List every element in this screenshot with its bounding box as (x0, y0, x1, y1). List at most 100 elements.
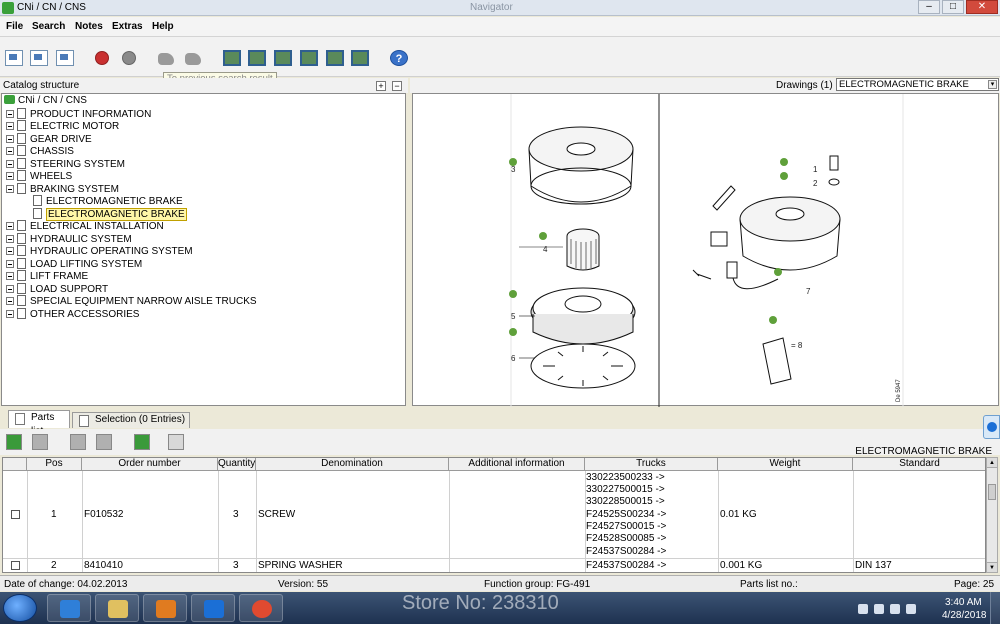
expand-icon[interactable] (6, 272, 14, 280)
scroll-down-icon[interactable]: ▼ (987, 562, 997, 572)
tree-root[interactable]: CNi / CN / CNS (4, 95, 87, 108)
monitor-icon[interactable] (874, 604, 884, 614)
scroll-thumb[interactable] (988, 484, 996, 500)
copy-icon[interactable] (70, 434, 86, 450)
volume-icon[interactable] (906, 604, 916, 614)
expand-icon[interactable] (6, 235, 14, 243)
export-icon[interactable] (134, 434, 150, 450)
cell-truck[interactable]: 330227500015 -> (586, 484, 665, 496)
teamviewer-side-tab[interactable] (983, 415, 1000, 439)
expand-all-button[interactable]: + (376, 81, 386, 91)
lower-tabs: Parts list Selection (0 Entries) (0, 410, 1000, 437)
taskbar-file-explorer[interactable] (95, 594, 139, 622)
expand-icon[interactable] (6, 147, 14, 155)
tab-selection[interactable]: Selection (0 Entries) (72, 412, 190, 428)
taskbar-teamviewer[interactable] (191, 594, 235, 622)
column-header-order-number[interactable]: Order number (82, 458, 218, 471)
stop-icon[interactable] (95, 51, 109, 65)
expand-icon[interactable] (6, 122, 14, 130)
help-icon[interactable]: ? (390, 50, 408, 66)
expand-icon[interactable] (6, 160, 14, 168)
show-desktop-button[interactable] (990, 592, 1000, 624)
clock-time[interactable]: 3:40 AM (945, 597, 982, 608)
expand-icon[interactable] (6, 247, 14, 255)
paste-icon[interactable] (96, 434, 112, 450)
image-6-icon[interactable] (351, 50, 369, 66)
image-2-icon[interactable] (248, 50, 266, 66)
tab-parts-list[interactable]: Parts list (8, 410, 70, 437)
column-header-quantity[interactable]: Quantity (218, 458, 256, 471)
cell-truck[interactable]: F24525S00234 -> (586, 509, 666, 521)
cell-truck[interactable]: F24537S00284 -> (586, 560, 666, 572)
column-header-trucks[interactable]: Trucks (585, 458, 718, 471)
menu-notes[interactable]: Notes (75, 21, 103, 32)
cell-truck[interactable]: F24537S00284 -> (586, 546, 666, 558)
cell-weight: 0.01 KG (720, 509, 757, 520)
image-1-icon[interactable] (223, 50, 241, 66)
hand-right-icon[interactable] (185, 53, 201, 65)
image-5-icon[interactable] (326, 50, 344, 66)
expand-icon[interactable] (6, 110, 14, 118)
expand-icon[interactable] (6, 172, 14, 180)
taskbar-media-player[interactable] (143, 594, 187, 622)
network-icon[interactable] (890, 604, 900, 614)
cell-truck[interactable]: F24528S00085 -> (586, 533, 666, 545)
drawings-select[interactable]: ELECTROMAGNETIC BRAKE ▾ (836, 78, 999, 91)
taskbar-internet-explorer[interactable] (47, 594, 91, 622)
expand-icon[interactable] (6, 310, 14, 318)
column-header-additional-information[interactable]: Additional information (449, 458, 585, 471)
menu-search[interactable]: Search (32, 21, 65, 32)
cell-truck[interactable]: F24527S00015 -> (586, 521, 666, 533)
cell-truck[interactable]: 330223500233 -> (586, 472, 665, 484)
tree-item-electromagnetic-brake-1[interactable]: ELECTROMAGNETIC BRAKE (33, 195, 183, 208)
tree-item-electric-motor[interactable]: ELECTRIC MOTOR (6, 120, 119, 133)
scroll-up-icon[interactable]: ▲ (987, 458, 997, 468)
expand-icon[interactable] (6, 222, 14, 230)
remove-icon[interactable] (32, 434, 48, 450)
tree-item-special-equipment[interactable]: SPECIAL EQUIPMENT NARROW AISLE TRUCKS (6, 295, 257, 308)
flag-icon[interactable] (858, 604, 868, 614)
minimize-button[interactable]: – (918, 0, 940, 14)
menu-help[interactable]: Help (152, 21, 174, 32)
row-checkbox[interactable] (11, 561, 20, 570)
menu-file[interactable]: File (6, 21, 23, 32)
page-forward-icon[interactable] (56, 50, 74, 66)
tree-item-chassis[interactable]: CHASSIS (6, 145, 74, 158)
column-header-pos[interactable]: Pos (27, 458, 82, 471)
column-header-weight[interactable]: Weight (718, 458, 853, 471)
add-to-selection-icon[interactable] (6, 434, 22, 450)
page-home-icon[interactable] (30, 50, 48, 66)
collapse-all-button[interactable]: − (392, 81, 402, 91)
row-checkbox[interactable] (11, 510, 20, 519)
close-button[interactable]: ✕ (966, 0, 998, 14)
tree-item-other-accessories[interactable]: OTHER ACCESSORIES (6, 308, 139, 321)
maximize-button[interactable]: □ (942, 0, 964, 14)
image-4-icon[interactable] (300, 50, 318, 66)
hand-left-icon[interactable] (158, 53, 174, 65)
expand-icon[interactable] (6, 297, 14, 305)
chevron-down-icon[interactable]: ▾ (988, 80, 997, 89)
expand-icon[interactable] (6, 135, 14, 143)
tree-item-hydraulic-operating-system[interactable]: HYDRAULIC OPERATING SYSTEM (6, 245, 193, 258)
start-button[interactable] (3, 594, 37, 622)
column-header-denomination[interactable]: Denomination (256, 458, 449, 471)
expand-icon[interactable] (6, 285, 14, 293)
parts-table-scrollbar[interactable]: ▲ ▼ (986, 457, 998, 573)
expand-icon[interactable] (6, 260, 14, 268)
tree-item-wheels[interactable]: WHEELS (6, 170, 72, 183)
page-back-icon[interactable] (5, 50, 23, 66)
drawing-view[interactable]: 3 4 5 6 1 2 7 = 8 De 5947 (412, 93, 999, 407)
cell-truck[interactable]: 330228500015 -> (586, 496, 665, 508)
column-header-standard[interactable]: Standard (853, 458, 985, 471)
gear-icon[interactable] (122, 51, 136, 65)
printer-icon[interactable] (168, 434, 184, 450)
taskbar-catalog-app[interactable] (239, 594, 283, 622)
document-icon (33, 195, 42, 206)
collapse-icon[interactable] (6, 185, 14, 193)
clock-date[interactable]: 4/28/2018 (942, 610, 987, 621)
image-3-icon[interactable] (274, 50, 292, 66)
tree-item-electrical-installation[interactable]: ELECTRICAL INSTALLATION (6, 220, 164, 233)
tree-item-label: LOAD LIFTING SYSTEM (30, 259, 143, 270)
tree-item-lift-frame[interactable]: LIFT FRAME (6, 270, 88, 283)
menu-extras[interactable]: Extras (112, 21, 143, 32)
